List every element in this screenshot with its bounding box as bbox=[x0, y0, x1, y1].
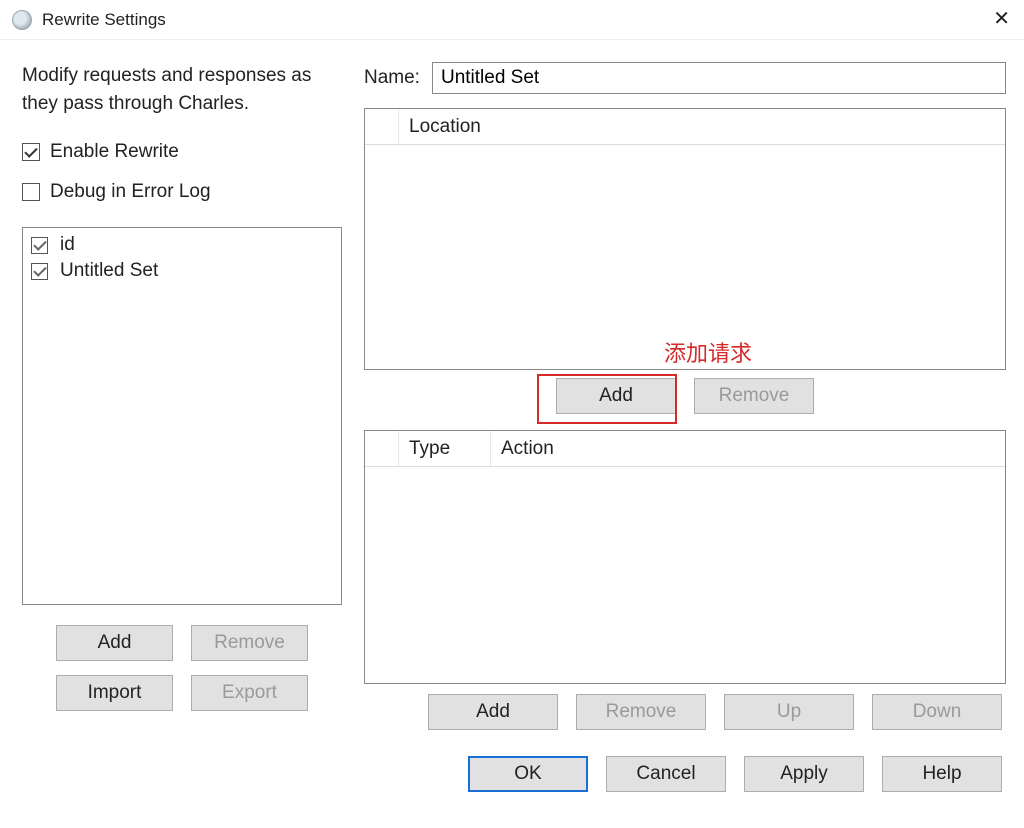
debug-log-row[interactable]: Debug in Error Log bbox=[22, 181, 342, 203]
debug-log-label: Debug in Error Log bbox=[50, 181, 211, 203]
rules-up-button[interactable]: Up bbox=[724, 694, 854, 730]
rules-add-button[interactable]: Add bbox=[428, 694, 558, 730]
sets-export-button[interactable]: Export bbox=[191, 675, 308, 711]
locations-remove-button[interactable]: Remove bbox=[694, 378, 814, 414]
cancel-button[interactable]: Cancel bbox=[606, 756, 726, 792]
enable-rewrite-row[interactable]: Enable Rewrite bbox=[22, 141, 342, 163]
locations-table[interactable]: Location bbox=[364, 108, 1006, 370]
ok-button[interactable]: OK bbox=[468, 756, 588, 792]
window-title: Rewrite Settings bbox=[42, 10, 166, 30]
description-text: Modify requests and responses as they pa… bbox=[22, 62, 342, 117]
rules-down-button[interactable]: Down bbox=[872, 694, 1002, 730]
name-input[interactable] bbox=[432, 62, 1006, 94]
rules-table[interactable]: Type Action bbox=[364, 430, 1006, 684]
titlebar: Rewrite Settings ✕ bbox=[0, 0, 1024, 40]
sets-list[interactable]: id Untitled Set bbox=[22, 227, 342, 605]
apply-button[interactable]: Apply bbox=[744, 756, 864, 792]
locations-checkbox-header bbox=[365, 109, 399, 144]
close-icon[interactable]: ✕ bbox=[993, 6, 1010, 31]
list-item[interactable]: Untitled Set bbox=[29, 258, 335, 284]
rules-type-header: Type bbox=[399, 431, 491, 466]
debug-log-checkbox[interactable] bbox=[22, 183, 40, 201]
rules-action-header: Action bbox=[491, 431, 1005, 466]
locations-buttons: 添加请求 Add Remove bbox=[364, 370, 1006, 430]
name-label: Name: bbox=[364, 67, 420, 89]
set-checkbox[interactable] bbox=[31, 237, 48, 254]
enable-rewrite-checkbox[interactable] bbox=[22, 143, 40, 161]
locations-header: Location bbox=[399, 109, 1005, 144]
app-icon bbox=[12, 10, 32, 30]
set-label: Untitled Set bbox=[60, 260, 158, 282]
rules-checkbox-header bbox=[365, 431, 399, 466]
enable-rewrite-label: Enable Rewrite bbox=[50, 141, 179, 163]
help-button[interactable]: Help bbox=[882, 756, 1002, 792]
left-pane: Modify requests and responses as they pa… bbox=[0, 40, 360, 828]
set-label: id bbox=[60, 234, 75, 256]
list-item[interactable]: id bbox=[29, 232, 335, 258]
right-pane: Name: Location 添加请求 Add Remove Type Acti… bbox=[360, 40, 1024, 828]
rules-remove-button[interactable]: Remove bbox=[576, 694, 706, 730]
locations-add-button[interactable]: Add bbox=[556, 378, 676, 414]
set-checkbox[interactable] bbox=[31, 263, 48, 280]
sets-import-button[interactable]: Import bbox=[56, 675, 173, 711]
sets-add-button[interactable]: Add bbox=[56, 625, 173, 661]
sets-remove-button[interactable]: Remove bbox=[191, 625, 308, 661]
